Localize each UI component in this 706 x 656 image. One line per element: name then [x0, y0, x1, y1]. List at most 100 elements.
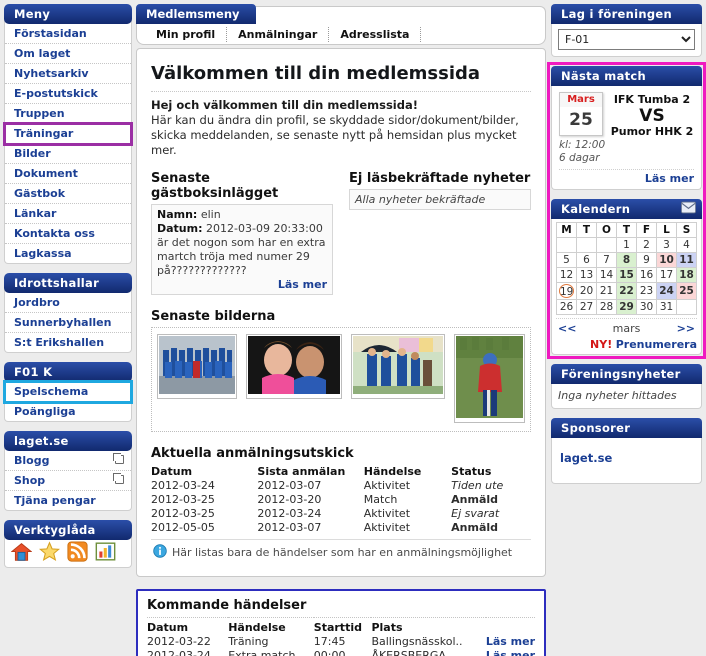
calendar-day-25[interactable]: 25: [676, 282, 697, 300]
sidebar-item-spelschema[interactable]: Spelschema: [3, 380, 133, 404]
gallery-thumbnail[interactable]: [351, 334, 445, 399]
home-icon[interactable]: [10, 541, 33, 562]
calendar-day-5[interactable]: 5: [556, 252, 577, 268]
member-menu-title: Medlemsmeny: [136, 4, 256, 24]
calendar-next-button[interactable]: >>: [677, 322, 695, 335]
sidebar-item-gastbok[interactable]: Gästbok: [5, 184, 131, 204]
calendar-day-11[interactable]: 11: [676, 252, 697, 268]
calendar-day-12[interactable]: 12: [556, 267, 577, 283]
sidebar-item-blogg[interactable]: Blogg: [5, 451, 131, 471]
sidebar-box-title: Verktyglåda: [4, 520, 132, 540]
calendar-day-21[interactable]: 21: [596, 282, 617, 300]
statistics-icon[interactable]: [95, 541, 116, 562]
calendar-day-30[interactable]: 30: [636, 299, 657, 315]
guestbook-read-more-link[interactable]: Läs mer: [278, 278, 327, 291]
weekday-o: O: [596, 222, 617, 238]
sidebar-item-tjana-pengar[interactable]: Tjäna pengar: [5, 491, 131, 510]
sponsor-link[interactable]: laget.se: [558, 443, 695, 477]
calendar-day-26[interactable]: 26: [556, 299, 577, 315]
calendar-day-4[interactable]: 4: [676, 237, 697, 253]
team-select-body: F-01: [551, 24, 702, 57]
signups-heading: Aktuella anmälningsutskick: [151, 446, 354, 461]
tab-min-profil[interactable]: Min profil: [145, 26, 228, 42]
rss-icon[interactable]: [67, 541, 88, 562]
table-row: 2012-03-24 Extra match .. 00:00 ÅKERSBER…: [147, 649, 535, 656]
sidebar-item-bilder[interactable]: Bilder: [5, 144, 131, 164]
tab-adresslista[interactable]: Adresslista: [329, 26, 422, 42]
gallery-thumbnail[interactable]: [454, 334, 525, 423]
table-row: 2012-03-22 Träning 17:45 Ballingsnässkol…: [147, 635, 535, 649]
calendar-day-24[interactable]: 24: [656, 282, 677, 300]
calendar-day-27[interactable]: 27: [576, 299, 597, 315]
calendar-day-9[interactable]: 9: [636, 252, 657, 268]
col-handelse: Händelse: [363, 465, 422, 478]
calendar-day-29[interactable]: 29: [616, 299, 637, 315]
next-match-title: Nästa match: [551, 66, 702, 86]
sidebar-item-sunnerbyhallen[interactable]: Sunnerbyhallen: [5, 313, 131, 333]
read-more-link[interactable]: Läs mer: [486, 635, 535, 648]
sidebar-item-traningar[interactable]: Träningar: [3, 122, 133, 146]
calendar-day-10[interactable]: 10: [656, 252, 677, 268]
calendar-day-18[interactable]: 18: [676, 267, 697, 283]
two-column-row: Senaste gästboksinlägget Namn: elin Datu…: [151, 171, 531, 295]
new-badge: NY!: [590, 338, 613, 351]
calendar-day-20[interactable]: 20: [576, 282, 597, 300]
gallery-thumbnail[interactable]: [157, 334, 237, 399]
sidebar-item-epostutskick[interactable]: E-postutskick: [5, 84, 131, 104]
calendar-day-2[interactable]: 2: [636, 237, 657, 253]
gallery-thumbnail[interactable]: [246, 334, 342, 399]
col-link: [486, 618, 535, 636]
envelope-icon[interactable]: [681, 201, 696, 217]
cell-handelse: Extra match ..: [228, 649, 306, 656]
sidebar-item-lankar[interactable]: Länkar: [5, 204, 131, 224]
sidebar-item-kontakta-oss[interactable]: Kontakta oss: [5, 224, 131, 244]
calendar-day-31[interactable]: 31: [656, 299, 677, 315]
calendar-prev-button[interactable]: <<: [558, 322, 576, 335]
calendar-day-14[interactable]: 14: [596, 267, 617, 283]
match-date-card: Mars 25: [559, 92, 603, 136]
calendar-day-13[interactable]: 13: [576, 267, 597, 283]
next-match-read-more-link[interactable]: Läs mer: [645, 172, 694, 185]
sidebar-item-jordbro[interactable]: Jordbro: [5, 293, 131, 313]
unread-news-empty: Alla nyheter bekräftade: [349, 189, 531, 210]
calendar-day-16[interactable]: 16: [636, 267, 657, 283]
calendar-subscribe-row: NY! Prenumerera: [556, 336, 697, 351]
weekday-l: L: [656, 222, 677, 238]
calendar-day-23[interactable]: 23: [636, 282, 657, 300]
sidebar-item-lagkassa[interactable]: Lagkassa: [5, 244, 131, 263]
calendar-day-17[interactable]: 17: [656, 267, 677, 283]
tab-anmalningar[interactable]: Anmälningar: [227, 26, 330, 42]
read-more-link[interactable]: Läs mer: [486, 649, 535, 656]
sidebar-item-dokument[interactable]: Dokument: [5, 164, 131, 184]
calendar-day-15[interactable]: 15: [616, 267, 637, 283]
col-status: Status: [451, 465, 492, 478]
cell-handelse: Träning: [228, 635, 269, 648]
home-team: IFK Tumba 2: [613, 93, 691, 106]
toolbox-icons: [4, 537, 132, 568]
star-icon[interactable]: [38, 541, 61, 562]
calendar-day-3[interactable]: 3: [656, 237, 677, 253]
table-row: 2012-03-25 2012-03-20 Match Anmäld: [151, 493, 531, 507]
sidebar-item-poangliga[interactable]: Poängliga: [5, 402, 131, 421]
calendar-day-7[interactable]: 7: [596, 252, 617, 268]
sidebar-item-shop[interactable]: Shop: [5, 471, 131, 491]
guestbook-date-label: Datum:: [157, 222, 203, 235]
sidebar-item-forstasidan[interactable]: Förstasidan: [5, 24, 131, 44]
subscribe-link[interactable]: Prenumerera: [616, 338, 697, 351]
sidebar-box-idrottshallar: Idrottshallar Jordbro Sunnerbyhallen S:t…: [4, 273, 132, 353]
calendar-day-22[interactable]: 22: [616, 282, 637, 300]
calendar-day-6[interactable]: 6: [576, 252, 597, 268]
calendar-day-1[interactable]: 1: [616, 237, 637, 253]
guestbook-section: Senaste gästboksinlägget Namn: elin Datu…: [151, 171, 333, 295]
sidebar-item-truppen[interactable]: Truppen: [5, 104, 131, 124]
sidebar-item-st-erikshallen[interactable]: S:t Erikshallen: [5, 333, 131, 352]
weekday-f: F: [636, 222, 657, 238]
sidebar-item-om-laget[interactable]: Om laget: [5, 44, 131, 64]
calendar-day-28[interactable]: 28: [596, 299, 617, 315]
calendar-day-8[interactable]: 8: [616, 252, 637, 268]
sidebar-item-nyhetsarkiv[interactable]: Nyhetsarkiv: [5, 64, 131, 84]
team-select-dropdown[interactable]: F-01: [558, 29, 695, 50]
col-handelse: Händelse: [228, 621, 286, 634]
calendar-day-19[interactable]: 19: [556, 282, 577, 300]
calendar-title: Kalendern: [561, 202, 631, 216]
